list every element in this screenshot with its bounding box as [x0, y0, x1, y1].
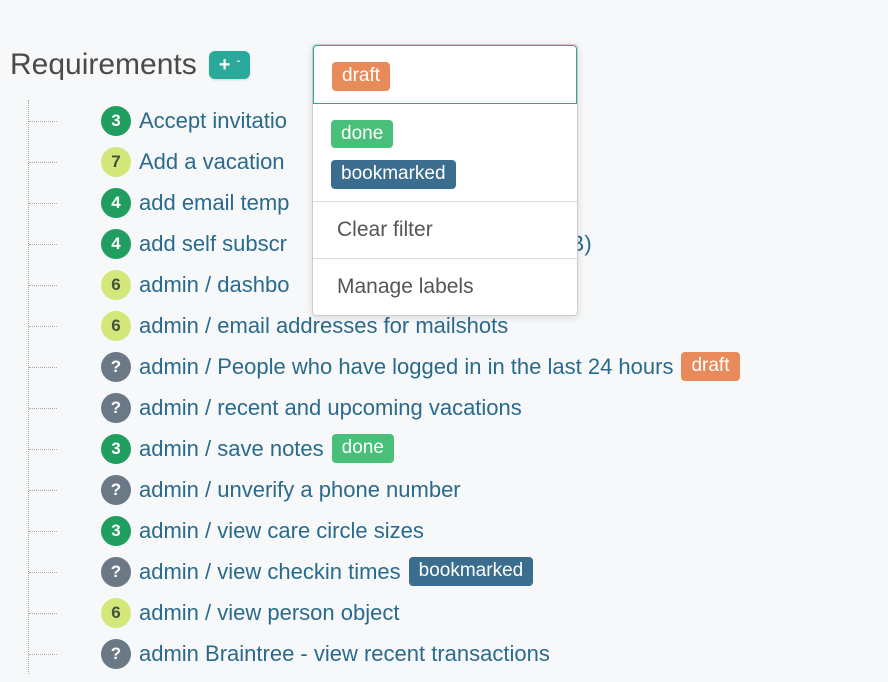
- list-item[interactable]: ? admin Braintree - view recent transacti…: [29, 633, 888, 674]
- requirement-link[interactable]: Add a vacation: [139, 149, 285, 175]
- requirement-link[interactable]: admin / People who have logged in in the…: [139, 354, 673, 380]
- clear-filter-button[interactable]: Clear filter: [313, 202, 577, 258]
- add-button[interactable]: + ˇ: [209, 51, 251, 79]
- requirement-link[interactable]: admin / view checkin times: [139, 559, 401, 585]
- list-item[interactable]: 3 admin / view care circle sizes: [29, 510, 888, 551]
- estimate-badge: 6: [101, 270, 131, 300]
- requirement-link[interactable]: admin / unverify a phone number: [139, 477, 461, 503]
- estimate-badge: 3: [101, 516, 131, 546]
- requirement-link[interactable]: Accept invitatio: [139, 108, 287, 134]
- estimate-badge: ?: [101, 393, 131, 423]
- draft-tag: draft: [332, 62, 390, 91]
- estimate-badge: ?: [101, 475, 131, 505]
- estimate-badge: 3: [101, 106, 131, 136]
- requirement-link[interactable]: admin Braintree - view recent transactio…: [139, 641, 550, 667]
- draft-tag: draft: [681, 352, 739, 381]
- list-item[interactable]: 6 admin / view person object: [29, 592, 888, 633]
- filter-option-done[interactable]: done: [313, 114, 577, 155]
- list-item[interactable]: ? admin / recent and upcoming vacations: [29, 387, 888, 428]
- requirement-link[interactable]: admin / email addresses for mailshots: [139, 313, 508, 339]
- filter-option-draft[interactable]: draft: [314, 56, 576, 97]
- requirement-link[interactable]: admin / view care circle sizes: [139, 518, 424, 544]
- list-item[interactable]: ? admin / People who have logged in in th…: [29, 346, 888, 387]
- estimate-badge: 7: [101, 147, 131, 177]
- requirement-link[interactable]: admin / save notes: [139, 436, 324, 462]
- estimate-badge: ?: [101, 557, 131, 587]
- filter-option-bookmarked[interactable]: bookmarked: [313, 154, 577, 195]
- bookmarked-tag: bookmarked: [331, 160, 456, 189]
- estimate-badge: 6: [101, 311, 131, 341]
- estimate-badge: 4: [101, 188, 131, 218]
- requirement-link[interactable]: add self subscr: [139, 231, 287, 257]
- filter-labels-rest: done bookmarked: [313, 104, 577, 201]
- list-item[interactable]: ? admin / unverify a phone number: [29, 469, 888, 510]
- estimate-badge: ?: [101, 639, 131, 669]
- estimate-badge: 6: [101, 598, 131, 628]
- requirement-link[interactable]: admin / view person object: [139, 600, 399, 626]
- chevron-down-icon: ˇ: [236, 58, 240, 72]
- page-title: Requirements: [10, 48, 197, 82]
- requirement-link[interactable]: add email temp: [139, 190, 289, 216]
- requirement-link[interactable]: admin / dashbo: [139, 272, 289, 298]
- done-tag: done: [331, 120, 393, 149]
- done-tag: done: [332, 434, 394, 463]
- list-item[interactable]: 3 admin / save notes done: [29, 428, 888, 469]
- estimate-badge: 4: [101, 229, 131, 259]
- estimate-badge: ?: [101, 352, 131, 382]
- filter-dropdown: draft done bookmarked Clear filter Manag…: [312, 44, 578, 316]
- plus-icon: +: [219, 55, 231, 75]
- estimate-badge: 3: [101, 434, 131, 464]
- manage-labels-button[interactable]: Manage labels: [313, 259, 577, 315]
- list-item[interactable]: ? admin / view checkin times bookmarked: [29, 551, 888, 592]
- bookmarked-tag: bookmarked: [409, 557, 534, 586]
- requirement-link[interactable]: admin / recent and upcoming vacations: [139, 395, 522, 421]
- filter-labels-section: draft: [313, 45, 577, 104]
